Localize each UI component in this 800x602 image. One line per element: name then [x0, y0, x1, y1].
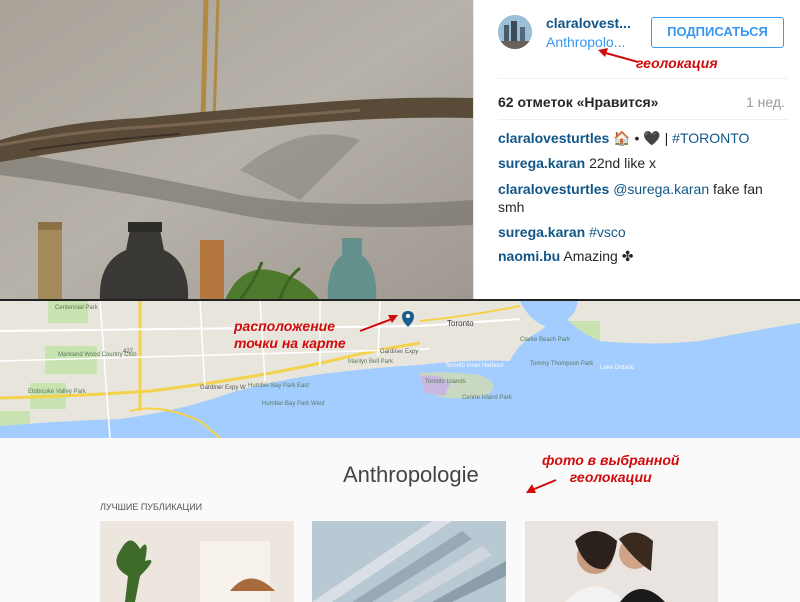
section-label: ЛУЧШИЕ ПУБЛИКАЦИИ	[100, 502, 203, 512]
map-label: Toronto Inner Harbour	[445, 363, 504, 369]
divider	[498, 78, 788, 79]
map-label: Gardiner Expy	[380, 349, 418, 355]
comment-username[interactable]: claralovesturtles	[498, 181, 609, 197]
comment-username[interactable]: surega.karan	[498, 224, 585, 240]
map-label: Tommy Thompson Park	[530, 361, 594, 367]
comment: surega.karan 22nd like x	[498, 154, 788, 172]
map-label: Humber Bay Park East	[248, 383, 309, 389]
annotation-photos: фото в выбранной геолокации	[542, 452, 680, 485]
map-label: Centennial Park	[55, 305, 99, 311]
post-photo-image	[0, 0, 473, 300]
comment-username[interactable]: surega.karan	[498, 155, 585, 171]
map-label: Lake Ontario	[600, 365, 635, 371]
comment-text: 22nd like x	[589, 155, 656, 171]
annotation-arrow-photos	[526, 479, 557, 493]
map-label: Toronto	[447, 319, 474, 328]
comment: claralovesturtles @surega.karan fake fan…	[498, 180, 778, 216]
post-username[interactable]: claralovest...	[546, 15, 631, 31]
comment-text: 🏠 • 🖤 |	[613, 130, 673, 146]
map-label: Centre Island Park	[462, 395, 513, 401]
map-label: Marilyn Bell Park	[348, 359, 394, 365]
comment-username[interactable]: naomi.bu	[498, 248, 560, 264]
post-photo[interactable]	[0, 0, 473, 300]
map-label: 427	[123, 349, 134, 355]
avatar-image	[498, 15, 532, 49]
map-label: Clarke Beach Park	[520, 337, 571, 343]
top-post-thumbnail[interactable]	[525, 521, 718, 602]
top-post-thumbnail[interactable]	[312, 521, 506, 602]
likes-count[interactable]: 62 отметок «Нравится»	[498, 94, 658, 110]
post-details-panel: claralovest... Anthropolo... ПОДПИСАТЬСЯ…	[473, 0, 800, 300]
map-label: Gardiner Expy W	[200, 385, 246, 391]
thumbnail-image	[525, 521, 718, 602]
mention-link[interactable]: @surega.karan	[613, 181, 709, 197]
location-title: Anthropologie	[343, 462, 479, 487]
annotation-arrow-geo	[598, 48, 639, 63]
annotation-map-point: расположение точки на карте	[234, 318, 346, 351]
thumbnail-image	[312, 521, 506, 602]
map-label: Etobicoke Valley Park	[28, 389, 87, 395]
top-post-thumbnail[interactable]	[100, 521, 294, 602]
post-time[interactable]: 1 нед.	[746, 94, 785, 110]
avatar[interactable]	[498, 15, 532, 49]
annotation-geo: геолокация	[636, 55, 718, 71]
map-label: Humber Bay Park West	[262, 401, 325, 407]
hashtag-link[interactable]: #TORONTO	[672, 130, 749, 146]
location-map[interactable]: Toronto Centennial Park Markland Wood Co…	[0, 301, 800, 438]
hashtag-link[interactable]: #vsco	[589, 224, 626, 240]
comment: naomi.bu Amazing ✤	[498, 247, 788, 265]
location-page: Anthropologie фото в выбранной геолокаци…	[0, 438, 800, 602]
map-canvas[interactable]: Toronto Centennial Park Markland Wood Co…	[0, 301, 800, 438]
follow-button[interactable]: ПОДПИСАТЬСЯ	[651, 17, 784, 48]
thumbnail-image	[100, 521, 294, 602]
comment-username[interactable]: claralovesturtles	[498, 130, 609, 146]
map-label: Toronto Islands	[425, 379, 466, 385]
divider	[498, 119, 788, 120]
comment-text: Amazing ✤	[563, 248, 634, 264]
comment: surega.karan #vsco	[498, 223, 788, 241]
comment: claralovesturtles 🏠 • 🖤 | #TORONTO	[498, 129, 788, 147]
